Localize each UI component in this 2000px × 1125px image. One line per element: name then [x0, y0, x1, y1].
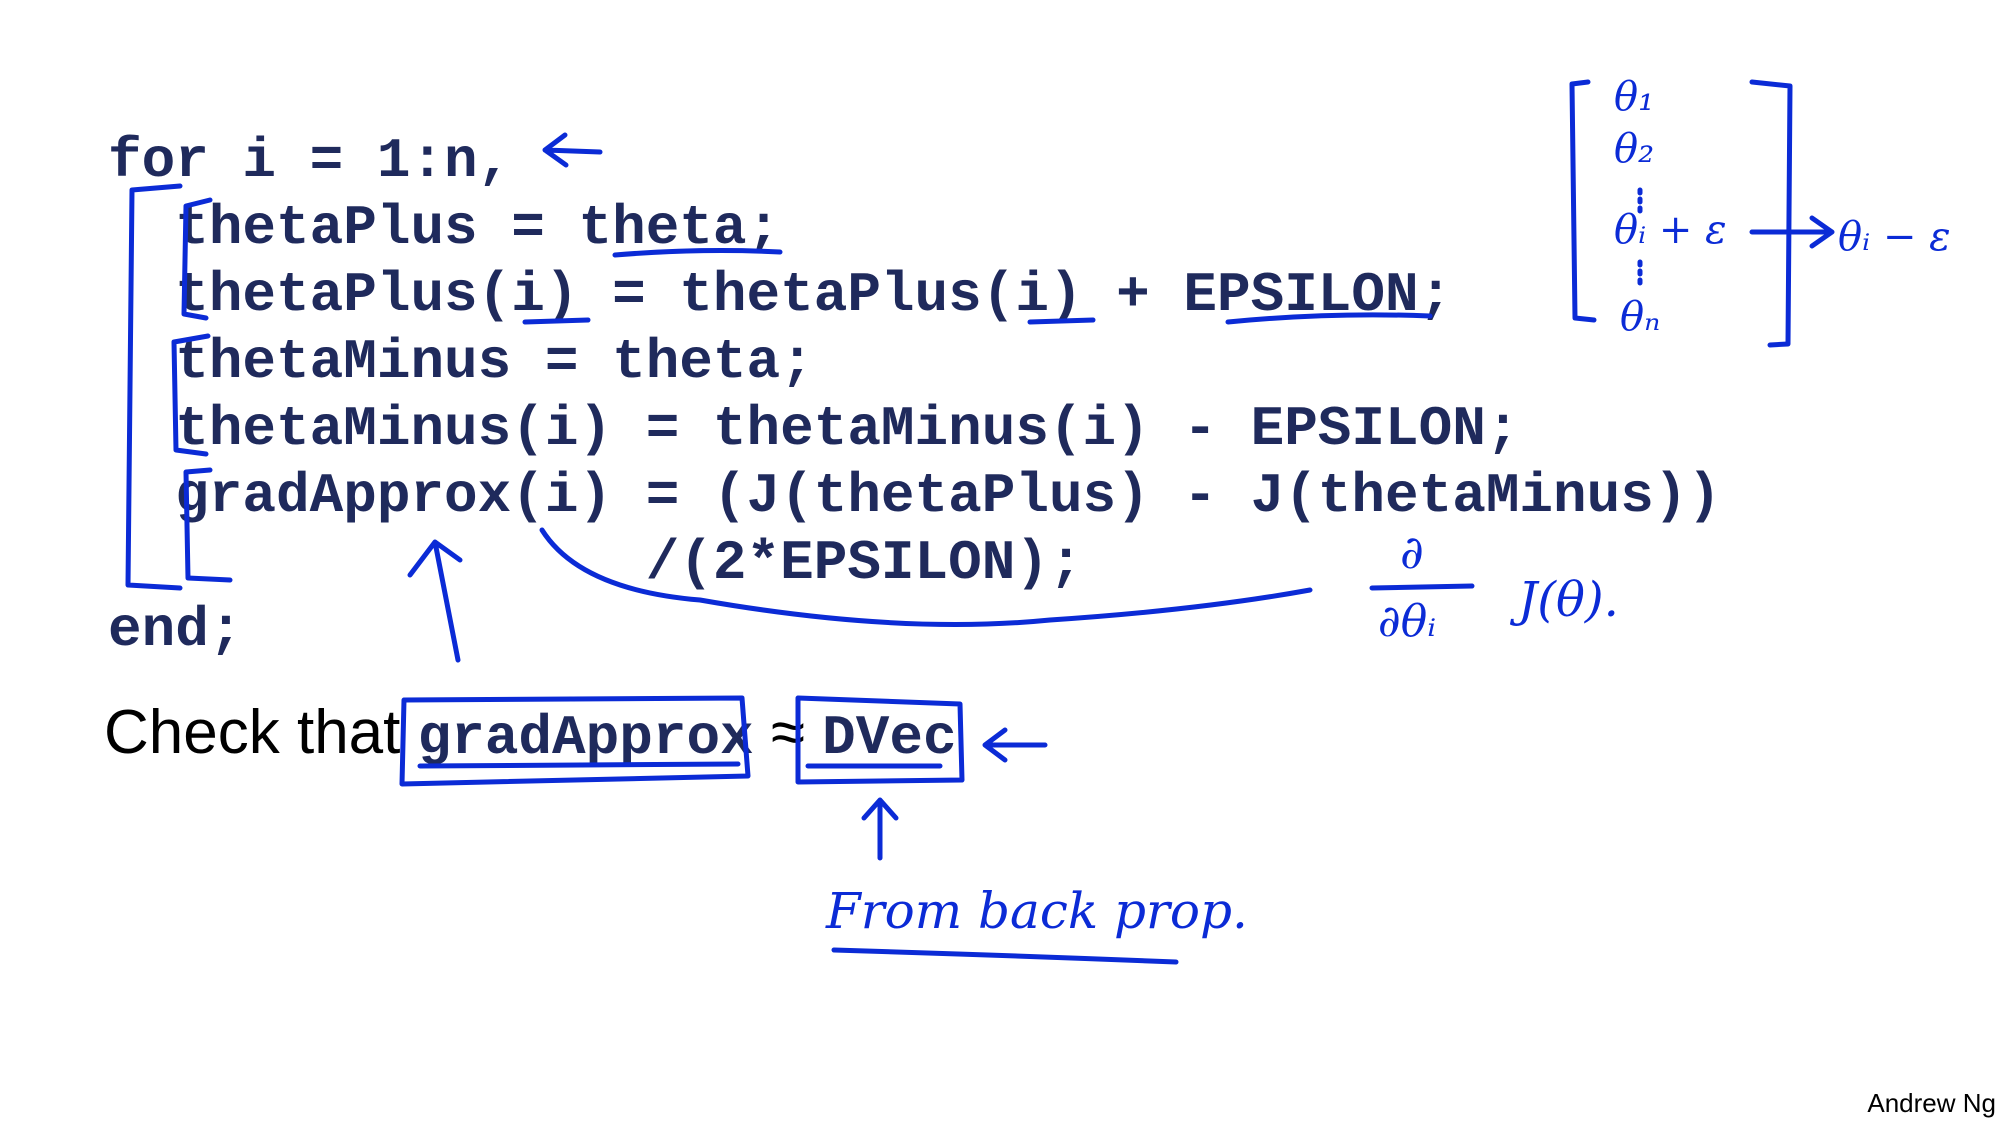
approx-symbol: ≈	[770, 698, 805, 767]
code-line-divide: /(2*EPSILON);	[108, 531, 1083, 595]
code-line-for: for i = 1:n,	[108, 129, 512, 193]
underline-backprop	[831, 947, 1179, 965]
slide: for i = 1:n, thetaPlus = theta; thetaPlu…	[0, 0, 2000, 1125]
vector-entry-1: θ₁	[1614, 74, 1654, 120]
matrix-right-bracket	[1749, 79, 1793, 348]
code-line-thetaminus-sub: thetaMinus(i) = thetaMinus(i) - EPSILON;	[108, 397, 1520, 461]
code-line-gradapprox: gradApprox(i) = (J(thetaPlus) - J(thetaM…	[108, 464, 1722, 528]
arrow-icon-dvec-left	[982, 727, 1048, 763]
check-dvec: DVec	[822, 706, 957, 770]
code-block: for i = 1:n, thetaPlus = theta; thetaPlu…	[108, 128, 1721, 664]
code-line-thetaplus-add: thetaPlus(i) = thetaPlus(i) + EPSILON;	[108, 263, 1453, 327]
vector-minus-entry: θᵢ − ε	[1838, 214, 1951, 260]
code-line-end: end;	[108, 598, 243, 662]
code-line-thetaplus-assign: thetaPlus = theta;	[108, 196, 781, 260]
check-statement: Check that gradApprox ≈ DVec	[104, 697, 957, 770]
arrow-icon-vector	[1749, 215, 1835, 249]
code-line-thetaminus-assign: thetaMinus = theta;	[108, 330, 814, 394]
check-gradapprox: gradApprox	[417, 706, 754, 770]
backprop-note: From back prop.	[825, 882, 1248, 940]
arrow-icon-dvec-up	[861, 797, 899, 861]
check-prefix: Check that	[104, 698, 418, 767]
author-attribution: Andrew Ng	[1867, 1088, 1996, 1118]
